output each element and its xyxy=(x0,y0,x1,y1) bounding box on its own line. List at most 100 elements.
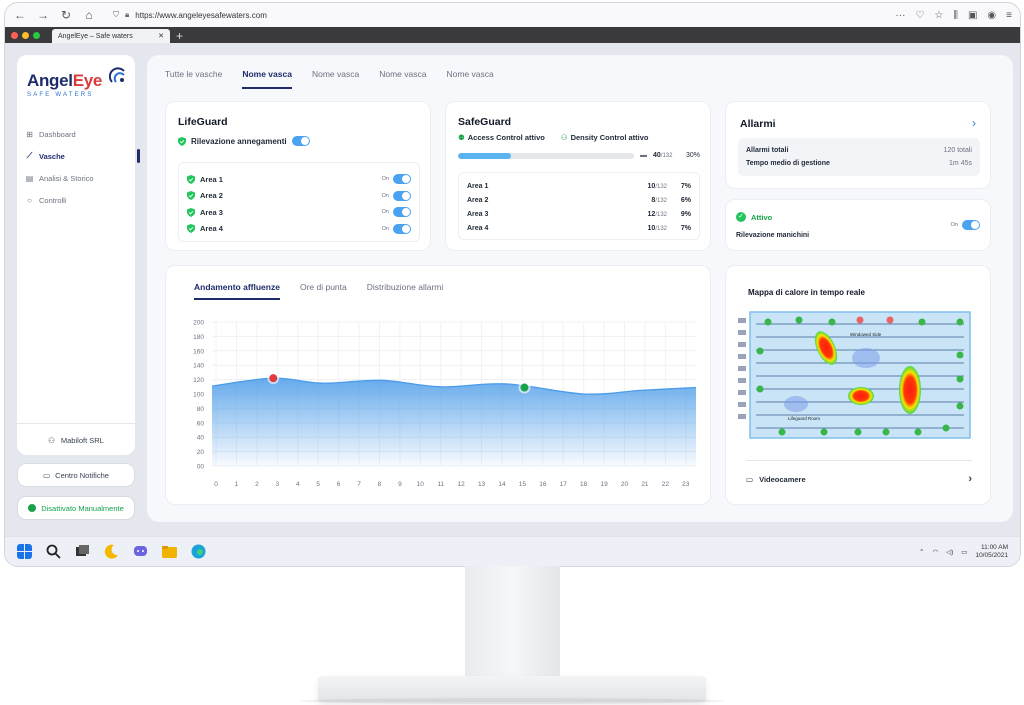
x-tick-label: 8 xyxy=(378,481,382,488)
tab-pool-2[interactable]: Nome vasca xyxy=(312,69,359,89)
volume-icon[interactable]: ◁) xyxy=(946,548,953,556)
x-tick-label: 18 xyxy=(580,481,588,488)
alarms-title: Allarmi xyxy=(740,118,776,130)
company-name: Mabiloft SRL xyxy=(60,436,104,445)
area-label: Area 2 xyxy=(200,191,223,201)
safeguard-controls: ⚉ Access Control attivo ⚇ Density Control … xyxy=(458,133,649,142)
manual-disable-button[interactable]: Disattivato Manualmente xyxy=(17,496,135,520)
main-panel: Tutte le vasche Nome vasca Nome vasca No… xyxy=(147,55,1013,522)
close-window-icon[interactable] xyxy=(11,31,18,39)
tab-all-pools[interactable]: Tutte le vasche xyxy=(165,69,222,89)
menu-icon[interactable]: ≡ xyxy=(1006,10,1012,21)
account-icon[interactable]: ◉ xyxy=(987,10,996,21)
mannequin-toggle-wrap: On xyxy=(951,220,980,230)
sidebar-item-analisi[interactable]: ▤ Analisi & Storico xyxy=(25,167,135,189)
chart-card: Andamento affluenze Ore di punta Distrib… xyxy=(165,265,711,505)
tab-peak-hours[interactable]: Ore di punta xyxy=(300,282,347,300)
group-icon: ⚇ xyxy=(560,133,568,142)
browser-tab[interactable]: AngelEye – Safe waters ✕ xyxy=(52,29,170,43)
back-icon[interactable]: ← xyxy=(13,8,27,22)
people-icon: ⚉ xyxy=(458,133,465,142)
sidebar-menu: ⊞ Dashboard ⟋ Vasche ▤ Analisi & Storico… xyxy=(25,123,140,211)
y-tick-label: 60 xyxy=(197,420,205,427)
sidebar-item-label: Controlli xyxy=(39,195,67,205)
y-tick-label: 180 xyxy=(193,334,204,341)
brand-name-b: Eye xyxy=(72,71,103,90)
chevron-right-icon[interactable]: › xyxy=(972,116,976,130)
tab-alarm-distribution[interactable]: Distribuzione allarmi xyxy=(367,282,444,300)
reload-icon[interactable]: ↻ xyxy=(59,8,73,22)
sidebar-item-controlli[interactable]: ○ Controlli xyxy=(25,189,135,211)
sidebar-item-dashboard[interactable]: ⊞ Dashboard xyxy=(25,123,135,145)
heat-spot-low xyxy=(852,348,880,368)
x-tick-label: 3 xyxy=(276,481,280,488)
x-tick-label: 20 xyxy=(621,481,629,488)
maximize-window-icon[interactable] xyxy=(33,31,40,39)
list-item: Allarmi totali 120 totali xyxy=(746,144,972,157)
sidebar-icon[interactable]: ▣ xyxy=(968,10,977,21)
sidebar-item-vasche[interactable]: ⟋ Vasche xyxy=(25,145,140,167)
tab-pool-1[interactable]: Nome vasca xyxy=(242,69,292,89)
area-percent: 7% xyxy=(680,182,691,190)
windows-start-icon[interactable] xyxy=(17,544,32,559)
url-bar[interactable]: ⛉ 🔒︎ https://www.angeleyesafewaters.com xyxy=(105,6,886,24)
mannequin-toggle[interactable] xyxy=(962,220,980,230)
folder-icon[interactable] xyxy=(162,544,177,559)
task-view-icon[interactable] xyxy=(75,544,90,559)
close-tab-icon[interactable]: ✕ xyxy=(158,32,164,40)
chat-icon[interactable] xyxy=(133,544,148,559)
drowning-detection-label: Rilevazione annegamenti xyxy=(191,136,287,146)
y-tick-label: 100 xyxy=(193,392,204,399)
star-icon[interactable]: ☆ xyxy=(934,10,943,21)
clock[interactable]: 11:00 AM 10/05/2021 xyxy=(975,544,1008,560)
occupancy-progress-fill xyxy=(458,152,511,159)
home-icon[interactable]: ⌂ xyxy=(82,8,96,22)
area-percent: 9% xyxy=(680,210,691,218)
y-tick-label: 160 xyxy=(193,348,204,355)
more-icon[interactable]: ··· xyxy=(895,10,905,21)
tab-attendance-trend[interactable]: Andamento affluenze xyxy=(194,282,280,300)
list-item: Area 1 On xyxy=(187,171,411,188)
forward-icon[interactable]: → xyxy=(36,8,50,22)
alarms-card[interactable]: Allarmi › Allarmi totali 120 totali Temp… xyxy=(725,101,991,189)
search-icon[interactable] xyxy=(46,544,61,559)
pool-heatmap[interactable]: Windowed Side Lifeguard Room xyxy=(738,308,982,442)
area-toggle[interactable] xyxy=(393,223,411,234)
attendance-chart: 00204060801001201401601802000 1 2 3 4 5 6 7 8 9 10… xyxy=(193,320,697,488)
browser-tab-title: AngelEye – Safe waters xyxy=(58,32,133,40)
access-control-status: ⚉ Access Control attivo xyxy=(458,133,545,142)
area-toggle[interactable] xyxy=(393,207,411,218)
notification-center-button[interactable]: ▭ Centro Notifiche xyxy=(17,463,135,487)
heatmap-title: Mappa di calore in tempo reale xyxy=(748,288,865,297)
check-icon: ✓ xyxy=(736,212,746,222)
tab-pool-4[interactable]: Nome vasca xyxy=(446,69,493,89)
battery-icon[interactable]: ▭ xyxy=(961,548,967,556)
new-tab-icon[interactable]: + xyxy=(176,29,183,43)
pocket-icon[interactable]: ♡ xyxy=(915,10,924,21)
heat-spot-high xyxy=(848,387,874,405)
area-capacity: /132 xyxy=(655,211,667,218)
edge-browser-icon[interactable] xyxy=(191,544,206,559)
occupancy-value: 40 xyxy=(653,152,661,159)
drowning-detection-toggle[interactable] xyxy=(291,136,310,146)
tab-pool-3[interactable]: Nome vasca xyxy=(379,69,426,89)
lock-icon: 🔒︎ xyxy=(125,10,130,19)
cameras-link[interactable]: ▭ Videocamere › xyxy=(746,460,972,485)
brand-tagline: SAFE WATERS xyxy=(27,92,94,98)
minimize-window-icon[interactable] xyxy=(22,31,29,39)
library-icon[interactable]: ⫼ xyxy=(953,10,958,21)
chevron-up-icon[interactable]: ⌃ xyxy=(919,548,924,556)
sidebar-item-label: Dashboard xyxy=(39,129,76,139)
moon-icon[interactable] xyxy=(104,544,119,559)
system-tray: ⌃ ◠ ◁) ▭ 11:00 AM 10/05/2021 xyxy=(919,544,1008,560)
x-tick-label: 15 xyxy=(519,481,527,488)
area-toggle[interactable] xyxy=(393,190,411,201)
alarms-avg-label: Tempo medio di gestione xyxy=(746,160,830,167)
density-control-status: ⚇ Density Control attivo xyxy=(561,133,649,142)
company-info[interactable]: ⚇ Mabiloft SRL xyxy=(17,423,135,445)
wifi-icon[interactable]: ◠ xyxy=(932,548,938,556)
area-toggle[interactable] xyxy=(393,174,411,185)
safeguard-card: SafeGuard ⚉ Access Control attivo ⚇ Densit… xyxy=(445,101,711,251)
toggle-state-label: On xyxy=(381,225,389,232)
y-tick-label: 120 xyxy=(193,377,204,384)
